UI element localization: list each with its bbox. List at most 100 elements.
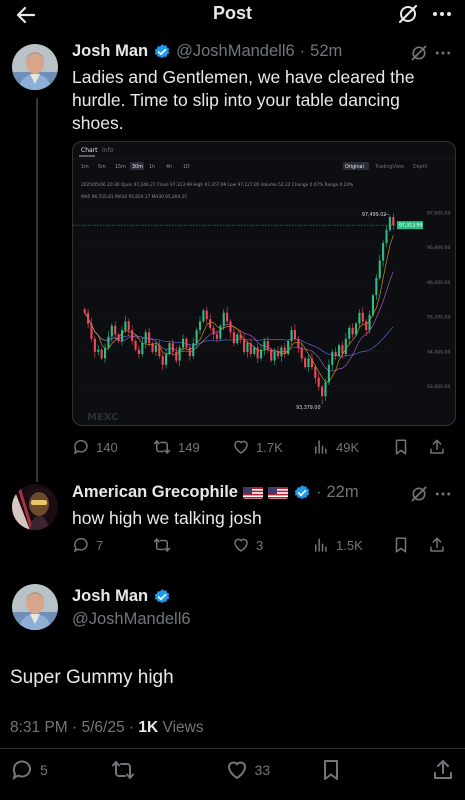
interval-15m: 15m [115,164,126,170]
thread-line [36,98,38,482]
candle [110,325,113,337]
tweet-header: American Grecophile · 22m [72,483,359,502]
reply-count: 140 [96,439,118,455]
grok-icon[interactable] [397,3,419,25]
view-mode-original: Original [345,164,364,170]
candle [141,343,144,354]
candle [314,367,317,378]
candle [253,347,256,354]
bookmark-icon [392,536,410,554]
candle [365,321,368,331]
candle [103,347,107,359]
chart-image[interactable]: Chart Info 1m 5m 15m 30m 1h 4h 1D Original Trad… [72,141,456,426]
tweet-time[interactable]: 52m [310,42,342,61]
candle [134,340,137,350]
more-options-icon[interactable] [433,44,453,62]
candle [351,327,354,335]
reply-button[interactable]: 5 [10,758,48,782]
views-button[interactable]: 1.5K [312,536,392,554]
ohlc-info: 2025/05/06 20:30 Open 97,246.27 Close 97… [81,182,353,188]
handle[interactable]: @JoshMandell6 [72,610,191,629]
chart-tab-chart: Chart [81,147,98,154]
candle [137,349,141,354]
display-name[interactable]: Josh Man [72,587,148,606]
candle [378,260,381,278]
tweet-time[interactable]: 22m [326,483,358,502]
price-tick-label: 95,200.00 [427,315,450,321]
avatar[interactable] [12,44,58,90]
share-button[interactable] [431,758,455,782]
page-title: Post [212,3,252,23]
like-count: 1.7K [256,439,283,455]
like-button[interactable]: 1.7K [232,438,312,456]
candle [158,345,161,357]
candle [93,338,96,352]
mexc-watermark: MEXC [87,412,118,423]
more-options-icon[interactable] [433,485,453,503]
candle [287,340,290,354]
candle [212,327,215,335]
views-count: 1.5K [336,537,363,553]
candle [232,332,235,344]
candle [171,343,174,352]
candle [334,351,337,357]
tweet-header: Josh Man [72,587,171,606]
repost-icon [110,758,136,782]
bookmark-button[interactable] [319,758,343,782]
avatar[interactable] [12,484,58,530]
candle [114,325,117,335]
candle [117,334,120,341]
candle [124,321,127,331]
candle [324,382,327,397]
display-name[interactable]: Josh Man [72,42,148,61]
repost-icon [152,536,172,554]
candle [256,347,259,359]
display-name[interactable]: American Grecophile [72,483,238,502]
candle [219,325,222,339]
candle [198,321,202,331]
candle [317,377,320,387]
bookmark-button[interactable] [392,536,428,554]
more-options-icon[interactable] [431,3,453,25]
tweet-timestamp[interactable]: 8:31 PM · 5/6/25 · [10,719,138,736]
separator-dot: · [299,42,306,60]
handle[interactable]: @JoshMandell6 [176,42,295,61]
price-chart: Chart Info 1m 5m 15m 30m 1h 4h 1D Original Trad… [73,147,455,423]
heart-icon [232,438,250,456]
candle [270,349,273,361]
current-price-label: 97,313.99 [399,223,422,229]
grok-icon[interactable] [410,485,428,503]
ma5-line [84,235,394,383]
candle [344,338,347,354]
candle [273,351,276,361]
candle [239,334,242,339]
avatar[interactable] [12,584,58,630]
price-tick-label: 96,000.00 [427,280,450,286]
reply-button[interactable]: 7 [72,536,152,554]
repost-button[interactable]: 149 [152,438,232,456]
like-button[interactable]: 3 [232,536,312,554]
candle [361,312,364,322]
action-bar: 140 149 1.7K 49K [72,438,456,456]
candle [358,312,361,324]
candle [83,309,86,313]
tweet-meta: 8:31 PM · 5/6/25 · 1K Views [10,719,204,737]
share-button[interactable] [428,438,446,456]
bookmark-button[interactable] [392,438,428,456]
views-button[interactable]: 49K [312,438,392,456]
views-count: 1K [138,719,159,736]
grok-icon[interactable] [410,44,428,62]
action-bar: 7 3 1.5K [72,536,456,554]
us-flag-icon [242,486,263,499]
tweet-header: Josh Man @JoshMandell6 · 52m [72,42,342,61]
views-icon [312,438,330,456]
candle [195,330,198,344]
view-mode-tradingview: TradingView [374,164,404,170]
repost-button[interactable] [110,758,142,782]
candle [259,349,263,359]
candle [290,330,293,341]
share-button[interactable] [428,536,446,554]
like-button[interactable]: 33 [225,758,270,782]
reply-button[interactable]: 140 [72,438,152,456]
repost-button[interactable] [152,536,232,554]
